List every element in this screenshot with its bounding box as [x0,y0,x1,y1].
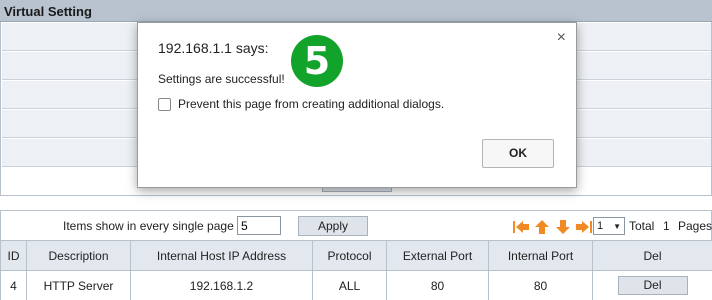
page-select-value: 1 [597,220,604,232]
virtual-server-table: ID Description Internal Host IP Address … [0,240,712,300]
cell-protocol: ALL [312,270,387,300]
apply-button[interactable]: Apply [298,216,368,236]
dialog-message: Settings are successful! [158,72,285,86]
cell-del: Del [592,270,712,300]
page-select[interactable]: 1 ▼ [593,217,625,235]
prev-page-icon[interactable] [533,219,551,235]
next-page-icon[interactable] [554,219,572,235]
total-count: 1 [663,219,670,233]
prevent-dialogs-option[interactable]: Prevent this page from creating addition… [158,97,444,111]
cell-description: HTTP Server [26,270,131,300]
cell-internal-ip: 192.168.1.2 [130,270,313,300]
column-header-internal-ip: Internal Host IP Address [130,240,313,271]
chevron-down-icon: ▼ [613,221,621,231]
table-header-row: ID Description Internal Host IP Address … [0,240,712,271]
column-header-internal-port: Internal Port [488,240,593,271]
column-header-del: Del [592,240,712,271]
table-row: 4 HTTP Server 192.168.1.2 ALL 80 80 Del [0,270,712,300]
section-title: Virtual Setting [4,4,92,19]
column-header-description: Description [26,240,131,271]
total-label: Total [629,219,655,233]
pagination-bar: Items show in every single page Apply 1 … [0,210,712,240]
column-header-protocol: Protocol [312,240,387,271]
delete-button[interactable]: Del [617,276,688,295]
page-nav [512,219,593,235]
pages-label: Pages [678,219,712,233]
step-number-badge: 5 [291,35,343,87]
first-page-icon[interactable] [512,219,530,235]
column-header-id: ID [0,240,27,271]
items-per-page-label: Items show in every single page [63,219,234,233]
close-icon[interactable]: × [557,30,566,46]
dialog-title: 192.168.1.1 says: [158,40,269,56]
last-page-icon[interactable] [575,219,593,235]
cell-id: 4 [0,270,27,300]
prevent-dialogs-checkbox[interactable] [158,97,171,111]
ok-button[interactable]: OK [482,139,554,168]
items-per-page-input[interactable] [237,216,281,235]
column-header-external-port: External Port [386,240,489,271]
cell-external-port: 80 [386,270,489,300]
cell-internal-port: 80 [488,270,593,300]
prevent-dialogs-label[interactable]: Prevent this page from creating addition… [178,97,444,111]
section-header: Virtual Setting [0,0,712,22]
alert-dialog: 192.168.1.1 says: × Settings are success… [137,22,577,188]
